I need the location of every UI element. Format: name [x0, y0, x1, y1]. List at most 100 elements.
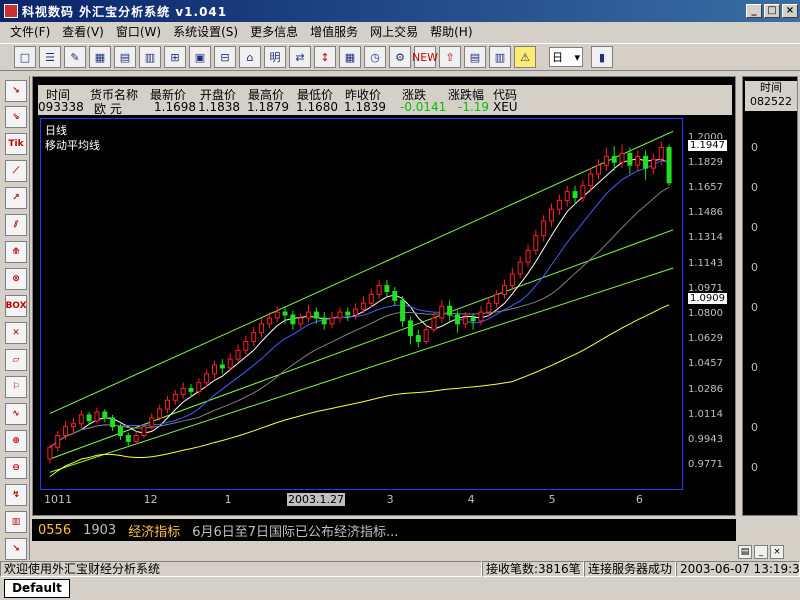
news-code: 0556 — [38, 522, 72, 538]
switch-button[interactable]: ⇄ — [289, 46, 311, 68]
menu-value-added[interactable]: 增值服务 — [306, 23, 366, 40]
candle-body — [619, 152, 625, 163]
tool-down-icon[interactable]: ↘ — [5, 538, 27, 560]
tick-value: 0 — [751, 141, 758, 154]
period-select[interactable]: 日 ▾ — [549, 47, 583, 67]
zoom-in-icon[interactable]: ⊕ — [5, 430, 27, 452]
layout-a-button[interactable]: ▤ — [114, 46, 136, 68]
candle — [650, 153, 656, 174]
time-tick-label: 6 — [635, 493, 643, 506]
zoom-out-icon[interactable]: ⊖ — [5, 457, 27, 479]
tool-tick-icon[interactable]: Tik — [5, 133, 27, 155]
tool-lightning-icon[interactable]: ↯ — [5, 484, 27, 506]
tool-line-icon[interactable]: ↘ — [5, 80, 27, 102]
candle — [290, 310, 296, 330]
candlestick-chart[interactable] — [40, 118, 683, 490]
candle-body — [525, 249, 531, 263]
maximize-button[interactable]: □ — [764, 4, 780, 18]
status-count: 接收笔数:3816笔 — [482, 561, 584, 577]
up-arrow-button[interactable]: ⇧ — [439, 46, 461, 68]
calculator-button[interactable]: ▮ — [591, 46, 613, 68]
price-tick-label: 1.1314 — [688, 232, 723, 244]
candle-body — [588, 173, 594, 187]
candle-body — [337, 311, 343, 319]
candle-body — [611, 155, 617, 163]
news-ticker[interactable]: 0556 1903 经济指标 6月6日至7日国际已公布经济指标... — [32, 519, 736, 541]
candle — [596, 159, 602, 180]
candle-body — [400, 299, 406, 322]
candle — [78, 410, 84, 429]
menu-view[interactable]: 查看(V) — [58, 23, 112, 40]
candle-body — [212, 364, 218, 375]
tick-value: 0 — [751, 221, 758, 234]
news-minimize-button[interactable]: _ — [754, 545, 768, 559]
candle — [556, 194, 562, 216]
tool-channel-icon[interactable]: ⟋ — [5, 160, 27, 182]
candle-body — [321, 317, 327, 325]
close-button[interactable]: × — [782, 4, 798, 18]
tab-bar: Default — [0, 578, 800, 600]
candle — [204, 369, 210, 388]
grid-view-button[interactable]: ▦ — [89, 46, 111, 68]
candle — [376, 279, 382, 299]
tile-button[interactable]: ⊞ — [164, 46, 186, 68]
list-b-button[interactable]: ▥ — [489, 46, 511, 68]
quote-last: 1.1698 — [154, 100, 196, 114]
candle-body — [172, 393, 178, 401]
menu-settings[interactable]: 系统设置(S) — [169, 23, 246, 40]
detail-button[interactable]: 明 — [264, 46, 286, 68]
tool-flag-icon[interactable]: ⚐ — [5, 376, 27, 398]
candle — [102, 409, 108, 423]
keyboard-icon[interactable]: ▤ — [738, 545, 752, 559]
tool-cycle-icon[interactable]: ⊗ — [5, 268, 27, 290]
candle-body — [627, 152, 633, 166]
tool-bars-icon[interactable]: ▥ — [5, 511, 27, 533]
chevron-down-icon: ▾ — [574, 50, 580, 64]
gear-button[interactable]: ⚙ — [389, 46, 411, 68]
news-headline[interactable]: 6月6日至7日国际已公布经济指标... — [192, 521, 398, 540]
menu-file[interactable]: 文件(F) — [6, 23, 58, 40]
new-window-button[interactable]: □ — [14, 46, 36, 68]
candle — [306, 304, 312, 323]
candle-body — [219, 364, 225, 369]
menu-more-info[interactable]: 更多信息 — [246, 23, 306, 40]
split-button[interactable]: ⊟ — [214, 46, 236, 68]
candle-body — [94, 411, 100, 422]
tool-eraser-icon[interactable]: ▱ — [5, 349, 27, 371]
time-axis: 1011 12 1 2003.1.27 3 4 5 6 — [40, 492, 683, 508]
tool-fan-icon[interactable]: ⇘ — [5, 106, 27, 128]
candle — [486, 297, 492, 317]
price-axis: 1.2000 1.1829 1.1657 1.1486 1.1314 1.1143 1.09… — [686, 118, 734, 490]
panel-button[interactable]: ▣ — [189, 46, 211, 68]
tool-arrow-icon[interactable]: ⟰ — [5, 241, 27, 263]
list-a-button[interactable]: ▤ — [464, 46, 486, 68]
edit-button[interactable]: ✎ — [64, 46, 86, 68]
ma-long-line — [49, 186, 670, 448]
minimize-button[interactable]: _ — [746, 4, 762, 18]
time-tick-label: 5 — [548, 493, 556, 506]
table-button[interactable]: ▦ — [339, 46, 361, 68]
tab-default[interactable]: Default — [4, 579, 70, 598]
news-button[interactable]: NEW — [412, 46, 438, 68]
clock-button[interactable]: ◷ — [364, 46, 386, 68]
quote-list-button[interactable]: ☰ — [39, 46, 61, 68]
layout-b-button[interactable]: ▥ — [139, 46, 161, 68]
menu-window[interactable]: 窗口(W) — [112, 23, 169, 40]
menu-online-trade[interactable]: 网上交易 — [366, 23, 426, 40]
sort-button[interactable]: ↕ — [314, 46, 336, 68]
news-close-button[interactable]: × — [770, 545, 784, 559]
warning-icon[interactable]: ⚠ — [514, 46, 536, 68]
menu-help[interactable]: 帮助(H) — [426, 23, 480, 40]
tool-parallel-icon[interactable]: ⫽ — [5, 214, 27, 236]
tool-wave-icon[interactable]: ∿ — [5, 403, 27, 425]
candle-body — [603, 155, 609, 166]
home-button[interactable]: ⌂ — [239, 46, 261, 68]
tool-delete-icon[interactable]: ✕ — [5, 322, 27, 344]
quote-open: 1.1838 — [198, 100, 240, 114]
tool-box-icon[interactable]: BOX — [5, 295, 27, 317]
candle — [619, 144, 625, 169]
candle-body — [298, 317, 304, 325]
candle — [635, 150, 641, 172]
candle-body — [86, 414, 92, 422]
tool-trend-icon[interactable]: ↗ — [5, 187, 27, 209]
